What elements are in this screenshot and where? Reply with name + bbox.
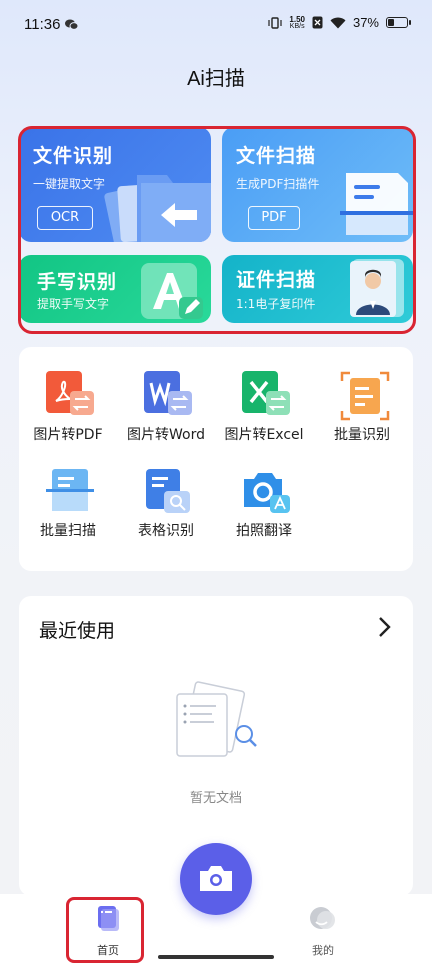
wifi-icon [330,17,346,28]
scan-card[interactable]: 文件扫描 生成PDF扫描件 PDF [222,127,413,242]
status-bar: 11:36 1.50 KB/s 37% [0,0,432,52]
tool-label: 表格识别 [138,523,194,539]
pdf-tag: PDF [248,206,300,230]
tool-batch-recognize[interactable]: 批量识别 [313,371,411,444]
ocr-tag: OCR [37,206,93,230]
scan-document-icon [340,173,413,235]
nav-mine-label: 我的 [312,944,334,957]
batch-scan-icon [46,467,94,511]
tool-table-recognize[interactable]: 表格识别 [117,467,215,540]
network-speed: 1.50 KB/s [289,14,305,30]
tool-batch-scan[interactable]: 批量扫描 [19,467,117,540]
home-indicator [158,955,274,959]
tool-label: 批量扫描 [40,523,96,539]
id-photo-icon [350,259,404,317]
status-time: 11:36 [24,16,61,33]
recent-title: 最近使用 [39,620,116,642]
tool-photo-translate[interactable]: 拍照翻译 [215,467,313,540]
empty-document-illustration [176,681,257,757]
battery-fill [388,19,395,26]
profile-tab-icon [310,907,335,929]
wechat-notification-icon [65,19,78,30]
tool-image-to-pdf[interactable]: 图片转PDF [19,371,117,444]
handwriting-a-icon [141,263,203,319]
tool-label: 图片转PDF [33,427,103,443]
battery-percent: 37% [352,15,379,30]
camera-button[interactable] [180,843,252,915]
ocr-card-title: 文件识别 [33,145,114,167]
sim-icon [312,16,323,29]
tool-label: 拍照翻译 [236,523,292,539]
home-tab-icon [98,906,119,931]
ocr-card[interactable]: 文件识别 一键提取文字 OCR [19,127,211,242]
tool-image-to-word[interactable]: 图片转Word [117,371,215,444]
nav-mine[interactable]: 我的 [288,904,358,958]
batch-recognize-icon [340,371,390,421]
handwriting-card-subtitle: 提取手写文字 [37,297,110,311]
tool-label: 图片转Excel [224,427,304,443]
battery-icon [386,17,411,28]
word-convert-icon [144,371,192,415]
scan-card-title: 文件扫描 [236,145,317,167]
page-title: Ai扫描 [187,68,245,90]
folder-arrow-icon [104,175,211,242]
nav-home[interactable]: 首页 [73,904,143,958]
tool-image-to-excel[interactable]: 图片转Excel [215,371,313,444]
scan-card-subtitle: 生成PDF扫描件 [236,177,320,191]
certificate-card-subtitle: 1:1电子复印件 [236,297,316,311]
pdf-convert-icon [46,371,94,415]
nav-home-label: 首页 [97,944,119,957]
excel-convert-icon [242,371,290,415]
table-recognize-icon [144,467,190,513]
vibrate-icon [268,16,282,29]
photo-translate-icon [242,467,290,513]
handwriting-card-title: 手写识别 [37,271,118,293]
handwriting-card[interactable]: 手写识别 提取手写文字 [19,255,211,323]
tools-panel: 图片转PDF 图片转Word 图片转Excel 批量识别 批量扫描 表格识别 拍… [19,347,413,571]
certificate-card[interactable]: 证件扫描 1:1电子复印件 [222,255,413,323]
tool-label: 批量识别 [334,427,390,443]
chevron-right-icon[interactable] [377,616,391,638]
certificate-card-title: 证件扫描 [236,269,317,291]
empty-state-text: 暂无文档 [189,791,242,806]
ocr-card-subtitle: 一键提取文字 [33,177,106,191]
tool-label: 图片转Word [127,427,205,443]
camera-icon [200,866,232,891]
